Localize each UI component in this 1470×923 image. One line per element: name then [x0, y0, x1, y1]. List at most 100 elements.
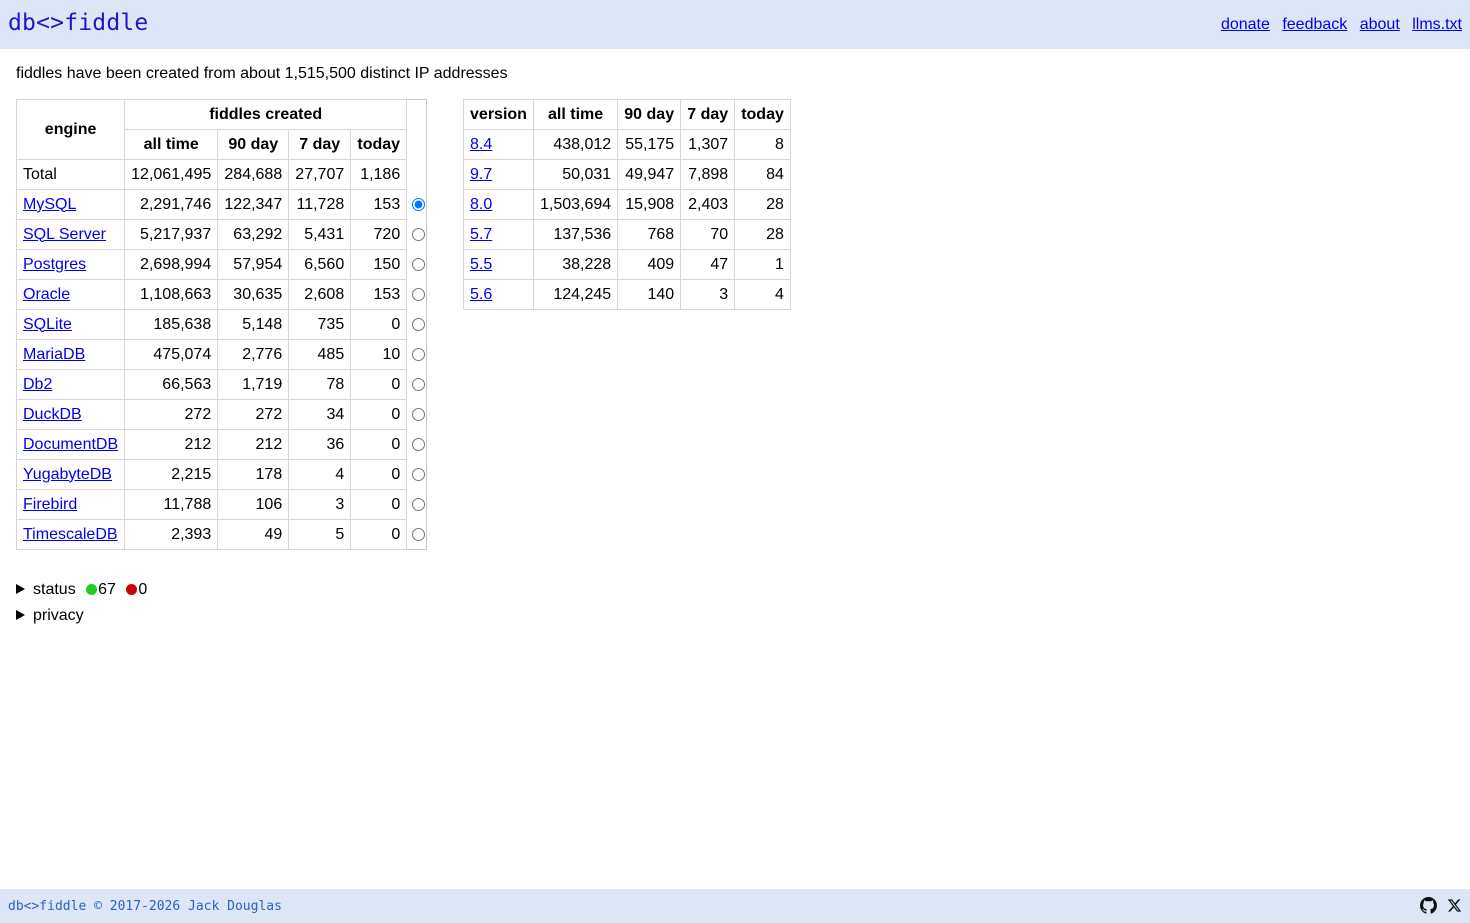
engine-link[interactable]: YugabyteDB	[23, 466, 112, 483]
engine-link[interactable]: Firebird	[23, 496, 77, 513]
status-label: status	[33, 581, 76, 598]
cell-d7: 2,403	[680, 189, 736, 220]
engine-row: Db2 66,563 1,719 78 0	[15, 369, 427, 400]
site-logo-link[interactable]: db<>fiddle	[8, 10, 148, 36]
engine-radio[interactable]	[412, 437, 426, 451]
llms-txt-link[interactable]: llms.txt	[1412, 16, 1462, 33]
cell-all-time: 475,074	[124, 339, 219, 370]
github-icon[interactable]	[1419, 897, 1437, 919]
cell-today: 0	[350, 399, 408, 430]
cell-d90: 49,947	[617, 159, 682, 190]
cell-d7: 485	[288, 339, 352, 370]
privacy-details[interactable]: privacy	[16, 607, 84, 625]
cell-d90: 2,776	[217, 339, 290, 370]
engine-row: DocumentDB 212 212 36 0	[15, 429, 427, 460]
cell-today: 28	[734, 189, 791, 220]
cell-d7: 5	[288, 519, 352, 550]
engine-radio[interactable]	[412, 527, 426, 541]
cell-d7: 3	[680, 279, 736, 310]
engine-link[interactable]: Postgres	[23, 256, 86, 273]
engine-row: MySQL 2,291,746 122,347 11,728 153	[15, 189, 427, 220]
version-link[interactable]: 5.6	[470, 286, 492, 303]
version-row: 5.5 38,228 409 47 1	[463, 249, 791, 280]
version-link[interactable]: 5.7	[470, 226, 492, 243]
engine-link[interactable]: Db2	[23, 376, 52, 393]
engine-radio[interactable]	[412, 497, 426, 511]
cell-today: 0	[350, 459, 408, 490]
feedback-link[interactable]: feedback	[1282, 16, 1347, 33]
cell-today: 150	[350, 249, 408, 280]
cell-today: 720	[350, 219, 408, 250]
cell-all-time: 12,061,495	[124, 159, 219, 190]
cell-today: 8	[734, 129, 791, 160]
engine-radio[interactable]	[412, 377, 426, 391]
engine-row: Total 12,061,495 284,688 27,707 1,186	[15, 159, 427, 190]
engine-row: YugabyteDB 2,215 178 4 0	[15, 459, 427, 490]
engine-row: Postgres 2,698,994 57,954 6,560 150	[15, 249, 427, 280]
about-link[interactable]: about	[1360, 16, 1400, 33]
x-icon[interactable]	[1447, 898, 1462, 918]
col-today: today	[734, 99, 791, 130]
status-details[interactable]: status 67 0	[16, 581, 147, 599]
cell-d7: 1,307	[680, 129, 736, 160]
cell-d7: 47	[680, 249, 736, 280]
engine-link[interactable]: MariaDB	[23, 346, 85, 363]
cell-today: 0	[350, 519, 408, 550]
cell-all-time: 185,638	[124, 309, 219, 340]
engine-radio[interactable]	[412, 317, 426, 331]
cell-today: 1	[734, 249, 791, 280]
cell-d90: 122,347	[217, 189, 290, 220]
cell-today: 10	[350, 339, 408, 370]
col-version: version	[463, 99, 534, 130]
engine-radio[interactable]	[412, 197, 426, 211]
intro-text: fiddles have been created from about 1,5…	[16, 65, 508, 82]
cell-all-time: 38,228	[532, 249, 619, 280]
engine-radio[interactable]	[412, 257, 426, 271]
engine-link[interactable]: DuckDB	[23, 406, 82, 423]
cell-today: 28	[734, 219, 791, 250]
version-row: 5.7 137,536 768 70 28	[463, 219, 791, 250]
donate-link[interactable]: donate	[1221, 16, 1270, 33]
engine-link[interactable]: SQLite	[23, 316, 72, 333]
cell-all-time: 5,217,937	[124, 219, 219, 250]
footer-bar: db<>fiddle © 2017-2026 Jack Douglas	[0, 889, 1470, 923]
version-link[interactable]: 8.0	[470, 196, 492, 213]
cell-d90: 30,635	[217, 279, 290, 310]
engine-link[interactable]: TimescaleDB	[23, 526, 118, 543]
engine-link[interactable]: SQL Server	[23, 226, 106, 243]
cell-today: 0	[350, 369, 408, 400]
version-link[interactable]: 5.5	[470, 256, 492, 273]
engine-link[interactable]: MySQL	[23, 196, 76, 213]
cell-d7: 70	[680, 219, 736, 250]
cell-d7: 36	[288, 429, 352, 460]
engine-radio[interactable]	[412, 407, 426, 421]
cell-all-time: 272	[124, 399, 219, 430]
col-7-day: 7 day	[288, 129, 352, 160]
cell-d7: 735	[288, 309, 352, 340]
engine-radio[interactable]	[412, 227, 426, 241]
cell-d90: 15,908	[617, 189, 682, 220]
cell-all-time: 1,108,663	[124, 279, 219, 310]
total-label: Total	[23, 165, 57, 183]
engines-table: engine fiddles created all time 90 day 7…	[15, 99, 428, 550]
cell-d90: 409	[617, 249, 682, 280]
engine-row: Oracle 1,108,663 30,635 2,608 153	[15, 279, 427, 310]
engine-link[interactable]: DocumentDB	[23, 436, 118, 453]
engine-radio[interactable]	[412, 467, 426, 481]
cell-d90: 212	[217, 429, 290, 460]
fail-status-icon	[126, 584, 138, 595]
fail-count: 0	[138, 581, 148, 598]
cell-d90: 768	[617, 219, 682, 250]
cell-d90: 284,688	[217, 159, 290, 190]
version-link[interactable]: 9.7	[470, 166, 492, 183]
cell-all-time: 2,698,994	[124, 249, 219, 280]
engine-radio[interactable]	[412, 287, 426, 301]
cell-all-time: 66,563	[124, 369, 219, 400]
version-link[interactable]: 8.4	[470, 136, 492, 153]
header-bar: db<>fiddle donate feedback about llms.tx…	[0, 0, 1470, 49]
cell-all-time: 50,031	[532, 159, 619, 190]
cell-d90: 140	[617, 279, 682, 310]
cell-all-time: 11,788	[124, 489, 219, 520]
engine-radio[interactable]	[412, 347, 426, 361]
engine-link[interactable]: Oracle	[23, 286, 70, 303]
